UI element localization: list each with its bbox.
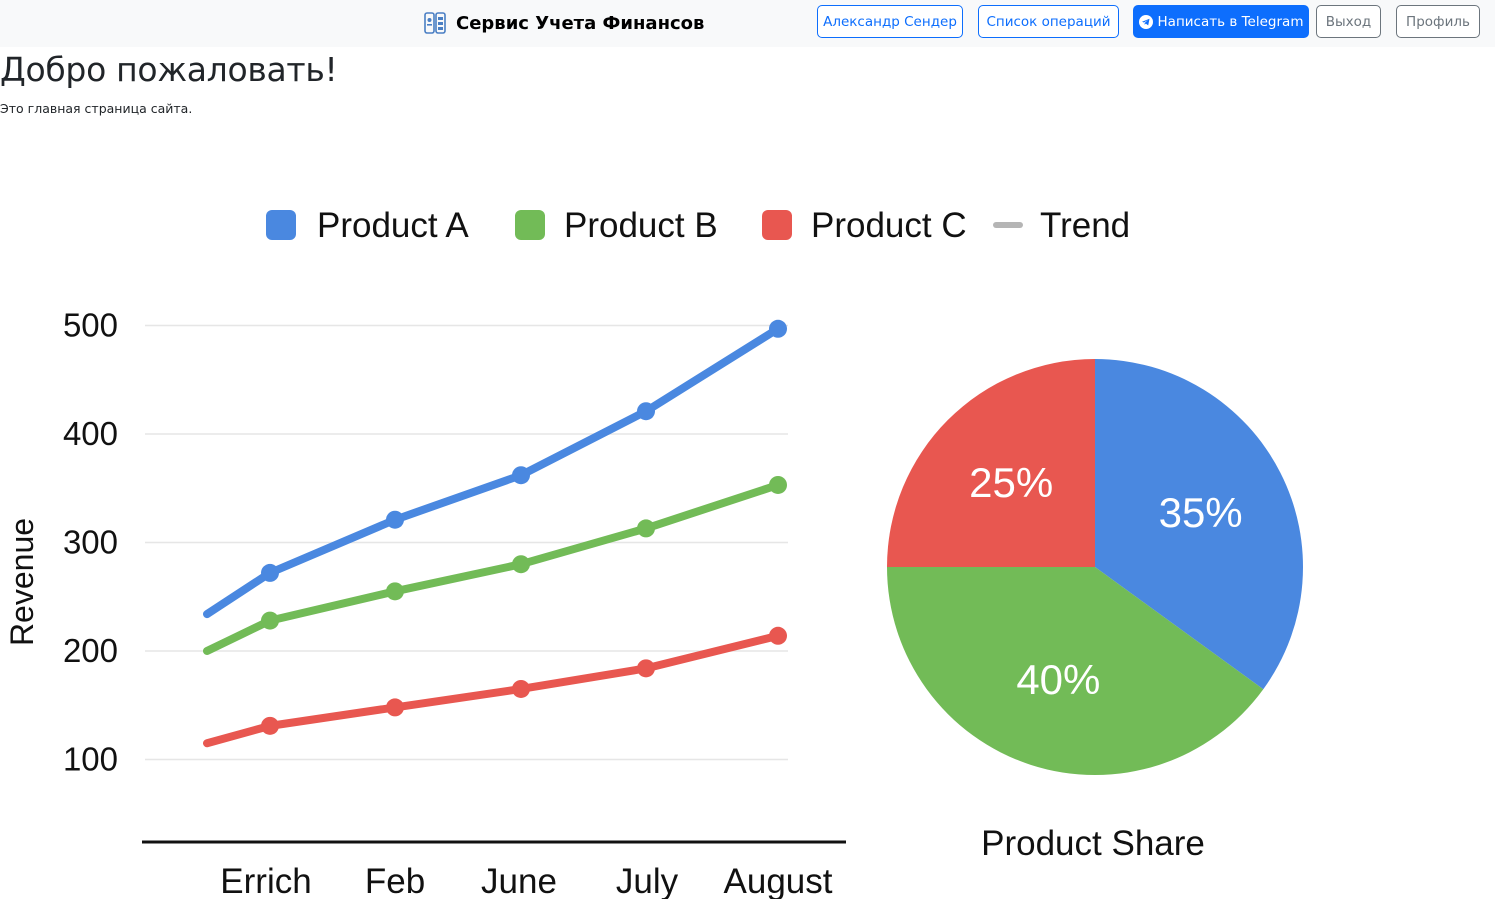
charts-image: 100 200 300 400 500 Revenue Errich Feb June July A… bbox=[0, 170, 1495, 899]
page-title: Добро пожаловать! bbox=[0, 50, 338, 89]
x-tick-label: Feb bbox=[365, 862, 425, 899]
telegram-button-label: Написать в Telegram bbox=[1157, 13, 1304, 30]
legend-label: Product B bbox=[564, 206, 718, 245]
series-line bbox=[203, 480, 782, 655]
data-point bbox=[769, 475, 787, 494]
pie-slice-label: 25% bbox=[969, 459, 1053, 506]
x-tick-label: July bbox=[616, 862, 679, 899]
data-point bbox=[261, 611, 279, 630]
data-point bbox=[637, 402, 655, 421]
data-point bbox=[637, 519, 655, 538]
logout-button[interactable]: Выход bbox=[1316, 5, 1381, 38]
data-point bbox=[637, 659, 655, 678]
y-tick-label: 400 bbox=[63, 415, 118, 452]
data-point bbox=[512, 679, 530, 698]
data-point bbox=[261, 716, 279, 735]
y-tick-label: 500 bbox=[63, 307, 118, 344]
brand[interactable]: Сервис Учета Финансов bbox=[422, 9, 704, 37]
data-point bbox=[261, 563, 279, 582]
finance-app-icon bbox=[422, 10, 448, 36]
legend-swatch bbox=[762, 210, 792, 240]
legend-label: Product A bbox=[317, 206, 469, 245]
data-point bbox=[386, 698, 404, 717]
y-axis-label: Revenue bbox=[4, 518, 40, 646]
page-subtitle: Это главная страница сайта. bbox=[0, 101, 193, 116]
data-point bbox=[386, 510, 404, 529]
charts-svg: 100 200 300 400 500 Revenue Errich Feb June July A… bbox=[4, 206, 1303, 899]
top-navbar: Сервис Учета Финансов Александр Сендер С… bbox=[0, 0, 1495, 47]
telegram-icon bbox=[1138, 14, 1153, 29]
telegram-button[interactable]: Написать в Telegram bbox=[1133, 5, 1309, 38]
legend-label: Product C bbox=[811, 206, 967, 245]
pie-slice-label: 40% bbox=[1016, 656, 1100, 703]
legend-label: Trend bbox=[1040, 206, 1130, 245]
data-point bbox=[512, 555, 530, 574]
y-tick-label: 300 bbox=[63, 524, 118, 561]
legend-swatch bbox=[266, 210, 296, 240]
x-tick-label: August bbox=[724, 862, 833, 899]
pie-title: Product Share bbox=[981, 824, 1205, 863]
y-tick-label: 200 bbox=[63, 632, 118, 669]
data-point bbox=[386, 582, 404, 601]
user-name-button[interactable]: Александр Сендер bbox=[817, 5, 963, 38]
series-line bbox=[203, 631, 782, 748]
operations-list-button[interactable]: Список операций bbox=[978, 5, 1119, 38]
x-tick-label: Errich bbox=[220, 862, 311, 899]
x-tick-label: June bbox=[481, 862, 557, 899]
data-point bbox=[512, 466, 530, 485]
pie-slice-label: 35% bbox=[1159, 489, 1243, 536]
y-tick-label: 100 bbox=[63, 741, 118, 778]
profile-button[interactable]: Профиль bbox=[1396, 5, 1480, 38]
brand-title: Сервис Учета Финансов bbox=[456, 12, 705, 34]
legend-swatch bbox=[515, 210, 545, 240]
data-point bbox=[769, 626, 787, 645]
data-point bbox=[769, 319, 787, 338]
